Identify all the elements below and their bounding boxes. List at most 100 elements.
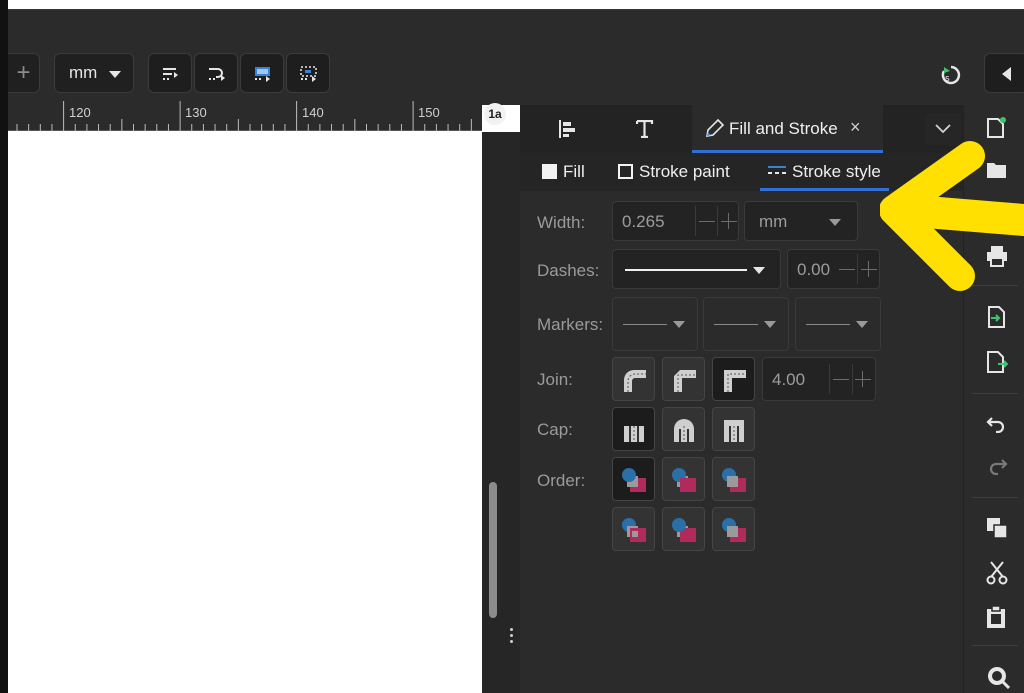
divider: [852, 364, 853, 394]
order-markers-stroke-fill-button[interactable]: [712, 507, 755, 551]
snap-page-button[interactable]: [240, 53, 284, 93]
dashes-label: Dashes:: [537, 261, 600, 280]
solid-line-preview: [625, 269, 747, 271]
chevron-down-icon: [935, 124, 951, 134]
chevron-down-icon: [109, 71, 121, 78]
cap-square-button[interactable]: [712, 407, 755, 451]
marker-line-preview: [714, 324, 758, 325]
plus-icon-vertical: [868, 261, 869, 277]
ruler-label: 130: [185, 105, 207, 120]
width-spinbox[interactable]: 0.265: [612, 201, 739, 241]
end-marker-dropdown[interactable]: [795, 297, 881, 351]
new-document-icon[interactable]: [986, 117, 1006, 139]
order-fill-markers-stroke-button[interactable]: [712, 457, 755, 501]
chevron-down-icon: [764, 321, 776, 328]
copy-icon[interactable]: [986, 517, 1008, 539]
plus-icon[interactable]: [861, 269, 877, 270]
sync-icon[interactable]: s: [940, 64, 964, 86]
tab-text[interactable]: [624, 105, 664, 153]
cap-butt-icon: [624, 426, 644, 442]
text-icon: [636, 120, 654, 138]
fill-swatch-icon: [542, 164, 557, 179]
plus-icon[interactable]: [721, 221, 737, 222]
scrollbar-thumb[interactable]: [489, 482, 497, 618]
start-marker-dropdown[interactable]: [612, 297, 698, 351]
snap-bbox-icon: [163, 68, 178, 80]
join-label: Join:: [537, 370, 573, 389]
snap-others-button[interactable]: [286, 53, 330, 93]
cap-round-button[interactable]: [662, 407, 705, 451]
unit-dropdown[interactable]: mm: [54, 53, 134, 93]
divider: [829, 364, 830, 394]
ruler-label: 140: [302, 105, 324, 120]
undo-icon[interactable]: [986, 415, 1008, 433]
mid-marker-dropdown[interactable]: [703, 297, 789, 351]
svg-text:s: s: [945, 74, 950, 84]
order-stroke-markers-fill-button[interactable]: [662, 507, 705, 551]
minus-icon[interactable]: [833, 379, 849, 380]
tab-fill-and-stroke-label: Fill and Stroke: [729, 119, 838, 138]
vertical-scrollbar[interactable]: [482, 132, 520, 693]
dash-pattern-dropdown[interactable]: [612, 249, 781, 289]
increment-button[interactable]: +: [8, 53, 40, 93]
snap-bbox-button[interactable]: [148, 53, 192, 93]
collapse-panel-button[interactable]: [984, 53, 1024, 93]
paste-icon[interactable]: [986, 605, 1006, 629]
unit-value: mm: [69, 63, 98, 82]
minus-icon[interactable]: [699, 221, 715, 222]
join-bevel-button[interactable]: [662, 357, 705, 401]
cap-round-icon: [674, 419, 694, 442]
join-round-icon: [624, 370, 646, 392]
cut-icon[interactable]: [986, 561, 1008, 585]
horizontal-ruler[interactable]: 120 130 140 150: [8, 97, 482, 131]
order-markers-fill-stroke-button[interactable]: [612, 507, 655, 551]
subtab-stroke-paint-label: Stroke paint: [639, 162, 730, 181]
order-fill-stroke-markers-button[interactable]: [612, 457, 655, 501]
plus-icon[interactable]: [855, 379, 871, 380]
subtab-fill-label: Fill: [563, 162, 585, 181]
subtab-fill[interactable]: Fill: [542, 153, 585, 191]
minus-icon[interactable]: [839, 269, 855, 270]
panel-resize-handle[interactable]: [510, 628, 514, 648]
markers-label: Markers:: [537, 315, 604, 334]
subtab-stroke-style[interactable]: Stroke style: [760, 153, 889, 191]
order-stroke-fill-markers-button[interactable]: [662, 457, 705, 501]
close-icon[interactable]: ×: [850, 117, 861, 138]
tab-fill-and-stroke[interactable]: Fill and Stroke ×: [692, 105, 883, 153]
fill-stroke-icon: [706, 118, 725, 137]
subtab-stroke-paint[interactable]: Stroke paint: [618, 153, 730, 191]
rulers-corner-icon[interactable]: 1a: [484, 103, 506, 125]
snap-others-icon: [300, 66, 317, 82]
cap-label: Cap:: [537, 420, 573, 439]
snap-nodes-button[interactable]: [194, 53, 238, 93]
plus-icon-vertical: [728, 213, 729, 229]
redo-icon[interactable]: [986, 457, 1008, 475]
dash-offset-spinbox[interactable]: 0.00: [787, 249, 880, 289]
stroke-swatch-icon: [618, 164, 633, 179]
width-unit-value: mm: [759, 212, 788, 231]
drawing-canvas[interactable]: [8, 132, 482, 693]
width-label: Width:: [537, 213, 586, 232]
zoom-icon[interactable]: [986, 665, 1010, 689]
tool-controls-bar: + mm s: [8, 9, 1024, 105]
import-icon[interactable]: [986, 305, 1008, 329]
join-round-button[interactable]: [612, 357, 655, 401]
top-strip: [0, 0, 1024, 9]
width-unit-dropdown[interactable]: mm: [744, 201, 858, 241]
miter-limit-spinbox[interactable]: 4.00: [762, 357, 876, 401]
divider: [972, 645, 1018, 646]
order-icon: [672, 518, 696, 542]
join-miter-button[interactable]: [712, 357, 755, 401]
chevron-down-icon: [856, 321, 868, 328]
window-left-edge: [0, 0, 8, 693]
snap-page-icon: [255, 67, 270, 82]
cap-butt-button[interactable]: [612, 407, 655, 451]
stroke-style-icon: [768, 166, 786, 174]
order-icon: [672, 468, 696, 492]
snap-nodes-icon: [209, 68, 225, 81]
dash-offset-value: 0.00: [797, 260, 831, 279]
miter-limit-value: 4.00: [772, 370, 806, 389]
export-icon[interactable]: [986, 350, 1008, 374]
order-icon: [722, 518, 746, 542]
tab-align[interactable]: [548, 105, 588, 153]
